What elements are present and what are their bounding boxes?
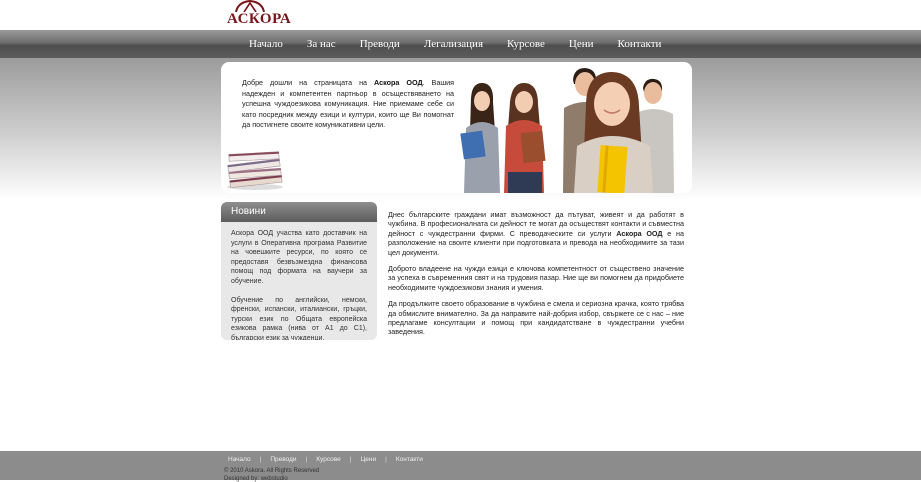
hero-company-name: Аскора ООД	[374, 78, 423, 87]
main-navigation: Начало За нас Преводи Легализация Курсов…	[0, 30, 921, 58]
main-paragraph: Да продължите своето образование в чужби…	[388, 299, 684, 337]
copyright-text: © 2010 Askora. All Rights Reserved	[224, 468, 320, 474]
news-content: Аскора ООД участва като доставчик на усл…	[221, 222, 377, 340]
logo-text: АСКОРА	[227, 11, 292, 27]
main-paragraph: Доброто владеене на чужди езици е ключов…	[388, 264, 684, 292]
footer-separator: |	[259, 456, 262, 463]
students-photo	[460, 68, 674, 193]
nav-item-prices[interactable]: Цени	[569, 30, 594, 58]
header-area	[0, 0, 921, 30]
books-image	[227, 151, 283, 190]
news-paragraph: Обучение по английски, немски, френски, …	[231, 296, 367, 340]
news-box: Новини Аскора ООД участва като доставчик…	[221, 202, 377, 340]
footer-separator: |	[385, 456, 387, 463]
designed-by-text: Designed by: webstudio	[224, 476, 288, 482]
hero-welcome-text: Добре дошли на страницата на Аскора ООД.…	[242, 78, 454, 131]
nav-item-translations[interactable]: Преводи	[360, 30, 400, 58]
footer-link-home[interactable]: Начало	[228, 456, 251, 463]
footer-link-contacts[interactable]: Контакти	[396, 456, 423, 463]
footer: Начало | Преводи | Курсове | Цени | Конт…	[0, 451, 921, 482]
footer-link-translations[interactable]: Преводи	[270, 456, 296, 463]
news-title: Новини	[221, 202, 377, 222]
footer-link-prices[interactable]: Цени	[360, 456, 376, 463]
news-paragraph: Аскора ООД участва като доставчик на усл…	[231, 230, 367, 285]
nav-item-contacts[interactable]: Контакти	[618, 30, 662, 58]
main-content: Днес българските граждани имат възможнос…	[388, 210, 684, 344]
logo[interactable]: АСКОРА	[226, 0, 291, 30]
hero-text-part: Добре дошли на страницата на	[242, 78, 375, 87]
footer-separator: |	[305, 456, 308, 463]
main-company-name: Аскора ООД	[616, 228, 663, 238]
hero-banner: Добре дошли на страницата на Аскора ООД.…	[221, 62, 692, 193]
footer-separator: |	[349, 456, 352, 463]
nav-item-home[interactable]: Начало	[249, 30, 283, 58]
main-paragraph: Днес българските граждани имат възможнос…	[388, 210, 684, 257]
footer-link-courses[interactable]: Курсове	[316, 456, 341, 463]
nav-item-courses[interactable]: Курсове	[507, 30, 545, 58]
nav-menu: Начало За нас Преводи Легализация Курсов…	[249, 30, 685, 58]
footer-links: Начало | Преводи | Курсове | Цени | Конт…	[228, 456, 423, 463]
nav-item-legalization[interactable]: Легализация	[424, 30, 483, 58]
nav-item-about[interactable]: За нас	[307, 30, 336, 58]
